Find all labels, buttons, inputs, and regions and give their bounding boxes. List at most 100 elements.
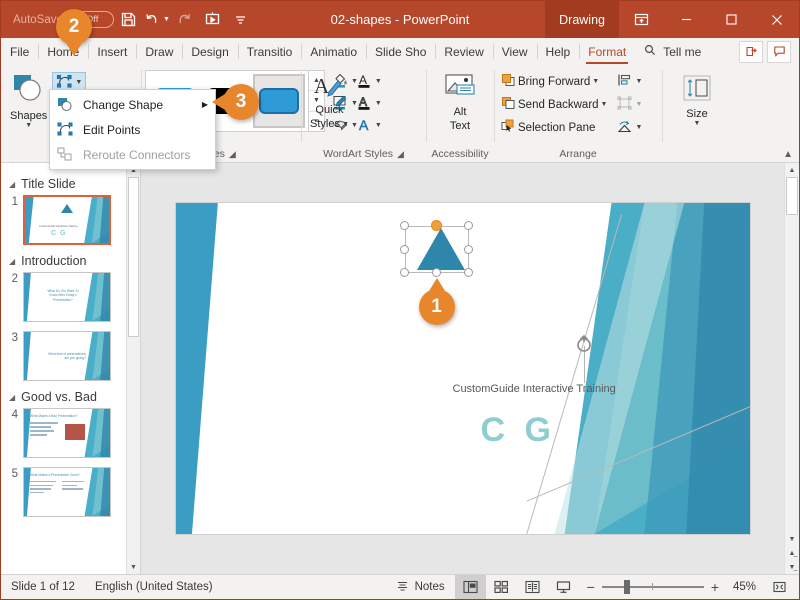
canvas-vertical-scrollbar[interactable]: ▲ ▼ ▲̲ ▼̲ xyxy=(784,163,799,574)
shapes-button[interactable]: Shapes ▼ xyxy=(5,70,52,132)
thumbnail-row-1[interactable]: 1 CustomGuide Interactive Training C G xyxy=(7,195,136,245)
comments-icon[interactable] xyxy=(767,40,791,63)
align-arrow[interactable]: ▼ xyxy=(635,78,642,85)
tab-view[interactable]: View xyxy=(492,38,537,65)
section-header-introduction[interactable]: ◢ Introduction xyxy=(9,254,136,268)
thumbnail-row-2[interactable]: 2 What Do You Want To Know After Today's… xyxy=(7,272,136,322)
thumbnail-scroll-thumb[interactable] xyxy=(128,177,139,337)
resize-handle-ne[interactable] xyxy=(463,221,473,230)
scroll-down-arrow-icon[interactable]: ▼ xyxy=(127,560,140,574)
resize-handle-sw[interactable] xyxy=(399,268,409,277)
text-outline-button[interactable]: A ▼ xyxy=(354,93,385,114)
send-backward-arrow[interactable]: ▼ xyxy=(601,101,608,108)
collapse-ribbon-icon[interactable]: ▲ xyxy=(783,149,793,160)
zoom-control[interactable]: − + 45% xyxy=(579,579,764,595)
customize-quick-access-icon[interactable] xyxy=(228,7,254,33)
text-effects-arrow[interactable]: ▼ xyxy=(375,122,382,129)
zoom-slider-track[interactable] xyxy=(601,580,704,594)
resize-handle-w[interactable] xyxy=(399,244,409,254)
tab-slide-show[interactable]: Slide Sho xyxy=(366,38,435,65)
contextual-tab-drawing[interactable]: Drawing xyxy=(545,1,619,38)
redo-icon[interactable] xyxy=(172,7,198,33)
text-fill-button[interactable]: A ▼ xyxy=(354,71,385,92)
save-icon[interactable] xyxy=(116,7,142,33)
tab-review[interactable]: Review xyxy=(435,38,492,65)
maximize-button[interactable] xyxy=(709,1,754,38)
canvas-scroll-thumb[interactable] xyxy=(786,177,798,215)
zoom-out-button[interactable]: − xyxy=(587,579,595,595)
thumbnail-scrollbar[interactable]: ▲ ▼ xyxy=(126,163,140,574)
next-slide-button[interactable]: ▼̲ xyxy=(785,560,799,574)
size-arrow[interactable]: ▼ xyxy=(694,120,701,127)
slide-sorter-icon[interactable] xyxy=(486,575,517,599)
send-backward-button[interactable]: Send Backward ▼ xyxy=(498,94,610,115)
selection-pane-button[interactable]: Selection Pane xyxy=(498,117,610,138)
section-collapse-icon[interactable]: ◢ xyxy=(9,393,15,402)
previous-slide-button[interactable]: ▲̲ xyxy=(785,546,799,560)
slide-indicator[interactable]: Slide 1 of 12 xyxy=(1,575,85,599)
tab-transitions[interactable]: Transitio xyxy=(237,38,302,65)
start-presentation-icon[interactable] xyxy=(200,7,226,33)
section-header-title-slide[interactable]: ◢ Title Slide xyxy=(9,177,136,191)
slide-canvas-area[interactable]: CustomGuide Interactive Training C G 1 xyxy=(141,163,784,574)
thumbnail-slide-5[interactable]: What Makes a Presentation Good? xyxy=(23,467,111,517)
align-button[interactable]: ▼ xyxy=(614,71,645,92)
notes-button[interactable]: Notes xyxy=(386,575,455,599)
shapes-dropdown-arrow[interactable]: ▼ xyxy=(25,122,32,129)
thumbnail-slide-2[interactable]: What Do You Want To Know After Today's P… xyxy=(23,272,111,322)
slide-thumbnail-pane[interactable]: ◢ Title Slide 1 CustomGuide Interactive … xyxy=(1,163,141,574)
bring-forward-arrow[interactable]: ▼ xyxy=(592,78,599,85)
normal-view-icon[interactable] xyxy=(454,575,486,599)
text-effects-button[interactable]: A ▼ xyxy=(354,115,385,136)
thumbnail-slide-3[interactable]: What kind of presentations are you givin… xyxy=(23,331,111,381)
language-indicator[interactable]: English (United States) xyxy=(85,575,223,599)
thumbnail-scroll-track[interactable] xyxy=(127,177,140,560)
rotate-button[interactable]: ▼ xyxy=(614,117,645,138)
zoom-slider-thumb[interactable] xyxy=(623,580,630,594)
thumbnail-row-4[interactable]: 4 What Makes a Bad Presentation? xyxy=(7,408,136,458)
thumbnail-row-3[interactable]: 3 What kind of presentations are you giv… xyxy=(7,331,136,381)
scroll-down-arrow-icon[interactable]: ▼ xyxy=(785,532,799,546)
close-button[interactable] xyxy=(754,1,799,38)
undo-icon[interactable]: ▼ xyxy=(144,7,170,33)
tab-design[interactable]: Design xyxy=(182,38,237,65)
text-outline-arrow[interactable]: ▼ xyxy=(375,100,382,107)
style-fill-blue-selected[interactable] xyxy=(253,74,305,128)
fit-slide-to-window-icon[interactable] xyxy=(764,575,795,599)
scroll-up-arrow-icon[interactable]: ▲ xyxy=(785,163,799,177)
tab-insert[interactable]: Insert xyxy=(88,38,136,65)
resize-handle-nw[interactable] xyxy=(399,221,409,230)
tab-file[interactable]: File xyxy=(1,38,38,65)
slide-show-icon[interactable] xyxy=(548,575,579,599)
tab-animations[interactable]: Animatio xyxy=(301,38,366,65)
alt-text-button[interactable]: Alt Text xyxy=(437,70,483,135)
rotation-handle[interactable] xyxy=(430,220,442,231)
bring-forward-button[interactable]: Bring Forward ▼ xyxy=(498,71,610,92)
reading-view-icon[interactable] xyxy=(517,575,548,599)
edit-shape-dropdown-arrow[interactable]: ▼ xyxy=(75,79,82,86)
tab-help[interactable]: Help xyxy=(536,38,580,65)
share-icon[interactable] xyxy=(739,40,763,63)
section-header-good-vs-bad[interactable]: ◢ Good vs. Bad xyxy=(9,390,136,404)
text-fill-arrow[interactable]: ▼ xyxy=(375,78,382,85)
quick-styles-arrow[interactable]: ▼ xyxy=(342,121,349,128)
edit-shape-dropdown-menu[interactable]: Change Shape ▶ Edit Points Reroute Conne… xyxy=(49,89,216,170)
quick-styles-button[interactable]: A Quick Styles ▼ xyxy=(305,70,354,133)
resize-handle-se[interactable] xyxy=(463,268,473,277)
shape-styles-dialog-launcher[interactable]: ◢ xyxy=(229,149,236,160)
section-collapse-icon[interactable]: ◢ xyxy=(9,257,15,266)
slide-editing-surface[interactable]: CustomGuide Interactive Training C G 1 xyxy=(174,202,751,535)
tab-format[interactable]: Format xyxy=(579,38,635,65)
rotate-arrow[interactable]: ▼ xyxy=(635,124,642,131)
wordart-dialog-launcher[interactable]: ◢ xyxy=(397,149,404,160)
change-shape-menu-item[interactable]: Change Shape ▶ xyxy=(50,92,215,117)
thumbnail-row-5[interactable]: 5 What Makes a Presentation Good? xyxy=(7,467,136,517)
section-collapse-icon[interactable]: ◢ xyxy=(9,180,15,189)
edit-points-menu-item[interactable]: Edit Points xyxy=(50,117,215,142)
rotate-handle-icon[interactable] xyxy=(574,334,596,358)
tab-draw[interactable]: Draw xyxy=(136,38,182,65)
slide-subtitle-text[interactable]: CustomGuide Interactive Training xyxy=(453,383,616,395)
canvas-scroll-track[interactable] xyxy=(785,177,799,532)
slide-logo-text[interactable]: C G xyxy=(481,411,556,450)
thumbnail-slide-1[interactable]: CustomGuide Interactive Training C G xyxy=(23,195,111,245)
